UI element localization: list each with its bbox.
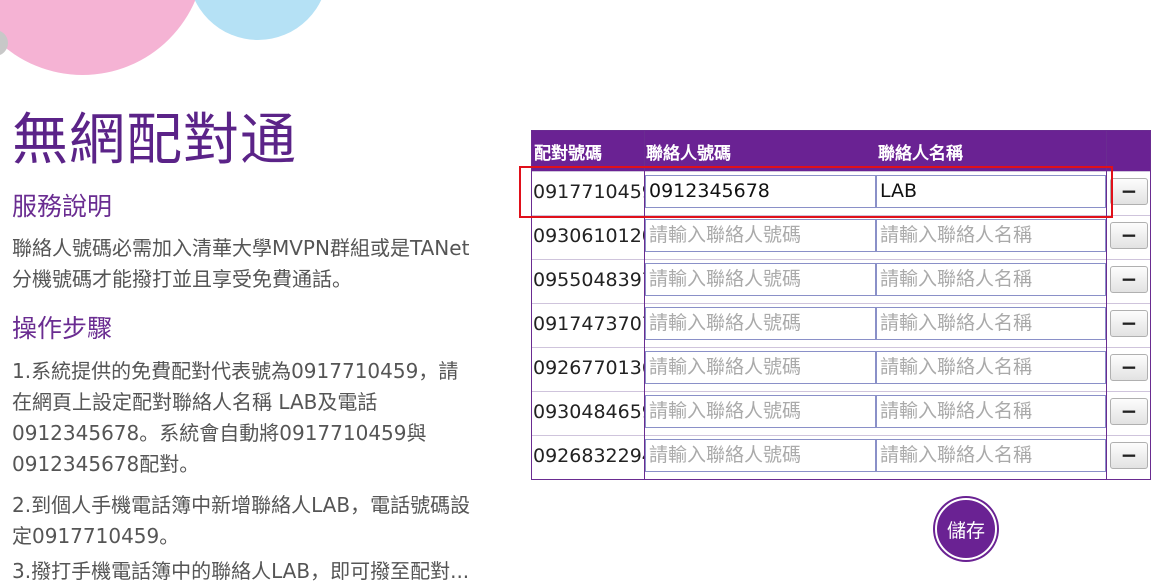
- contact-name-input[interactable]: 請輸入聯絡人名稱: [876, 439, 1106, 472]
- remove-row-button[interactable]: −: [1110, 310, 1148, 337]
- header-pair-number: 配對號碼: [534, 144, 602, 164]
- table-row: 0926770136 請輸入聯絡人號碼 請輸入聯絡人名稱 −: [532, 347, 1150, 391]
- decor-blue-circle: [188, 0, 328, 40]
- save-button[interactable]: 儲存: [935, 498, 997, 560]
- remove-row-button[interactable]: −: [1110, 266, 1148, 293]
- contact-name-input[interactable]: 請輸入聯絡人名稱: [876, 219, 1106, 252]
- table-header: 配對號碼 聯絡人號碼 聯絡人名稱: [532, 131, 1150, 171]
- decor-pink-circle: [0, 0, 205, 75]
- service-text: 聯絡人號碼必需加入清華大學MVPN群組或是TANet分機號碼才能撥打並且享受免費…: [12, 236, 470, 291]
- pair-number: 0926832294: [533, 445, 654, 467]
- contact-name-input[interactable]: 請輸入聯絡人名稱: [876, 307, 1106, 340]
- remove-row-button[interactable]: −: [1110, 398, 1148, 425]
- table-row: 0955048397 請輸入聯絡人號碼 請輸入聯絡人名稱 −: [532, 259, 1150, 303]
- contact-number-input[interactable]: 請輸入聯絡人號碼: [645, 219, 876, 252]
- pair-number: 0917473707: [533, 313, 654, 335]
- pair-number: 0930610120: [533, 225, 654, 247]
- contact-number-input[interactable]: 請輸入聯絡人號碼: [645, 307, 876, 340]
- section-service-heading: 服務說明: [12, 192, 113, 221]
- table-row: 0930610120 請輸入聯絡人號碼 請輸入聯絡人名稱 −: [532, 215, 1150, 259]
- table-row: 0917473707 請輸入聯絡人號碼 請輸入聯絡人名稱 −: [532, 303, 1150, 347]
- contact-number-input[interactable]: 請輸入聯絡人號碼: [645, 351, 876, 384]
- page-title: 無網配對通: [12, 108, 297, 173]
- remove-row-button[interactable]: −: [1110, 442, 1148, 469]
- step-1: 1.系統提供的免費配對代表號為0917710459，請在網頁上設定配對聯絡人名稱…: [12, 359, 459, 476]
- step-2: 2.到個人手機電話簿中新增聯絡人LAB，電話號碼設定0917710459。: [12, 493, 471, 548]
- contact-name-input[interactable]: 請輸入聯絡人名稱: [876, 263, 1106, 296]
- contact-number-input[interactable]: 請輸入聯絡人號碼: [645, 263, 876, 296]
- pair-number: 0955048397: [533, 269, 654, 291]
- highlight-box: [519, 166, 1113, 218]
- table-row: 0930484659 請輸入聯絡人號碼 請輸入聯絡人名稱 −: [532, 391, 1150, 435]
- contact-number-input[interactable]: 請輸入聯絡人號碼: [645, 395, 876, 428]
- header-contact-number: 聯絡人號碼: [646, 144, 731, 164]
- pair-number: 0930484659: [533, 401, 654, 423]
- contact-name-input[interactable]: 請輸入聯絡人名稱: [876, 395, 1106, 428]
- step-3-partial: 3.撥打手機電話簿中的聯絡人LAB，即可撥至配對...: [12, 559, 470, 583]
- table-row: 0926832294 請輸入聯絡人號碼 請輸入聯絡人名稱 −: [532, 435, 1150, 479]
- pair-number: 0926770136: [533, 357, 654, 379]
- remove-row-button[interactable]: −: [1110, 354, 1148, 381]
- remove-row-button[interactable]: −: [1110, 178, 1148, 205]
- contact-number-input[interactable]: 請輸入聯絡人號碼: [645, 439, 876, 472]
- contact-name-input[interactable]: 請輸入聯絡人名稱: [876, 351, 1106, 384]
- remove-row-button[interactable]: −: [1110, 222, 1148, 249]
- header-contact-name: 聯絡人名稱: [878, 144, 963, 164]
- section-steps-heading: 操作步驟: [12, 314, 113, 343]
